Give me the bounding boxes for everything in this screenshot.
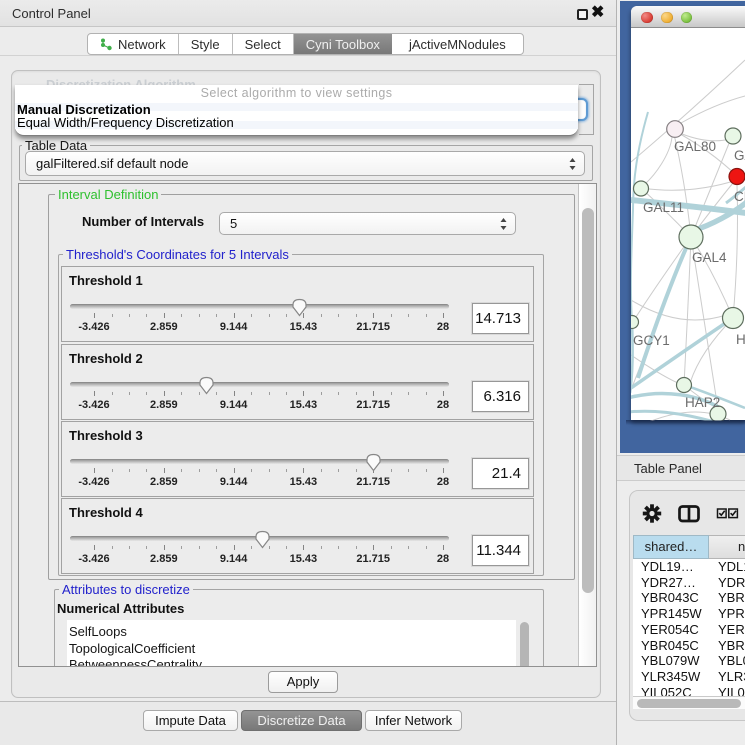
- svg-text:HAP2: HAP2: [685, 395, 720, 410]
- svg-text:GAL2: GAL2: [734, 148, 745, 163]
- svg-text:HIS4: HIS4: [736, 332, 745, 347]
- svg-text:GCY1: GCY1: [633, 333, 670, 348]
- svg-text:CLN1: CLN1: [734, 189, 745, 204]
- svg-text:GAL80: GAL80: [674, 139, 716, 154]
- svg-text:GAL4: GAL4: [692, 250, 727, 265]
- svg-text:GAL11: GAL11: [643, 200, 684, 215]
